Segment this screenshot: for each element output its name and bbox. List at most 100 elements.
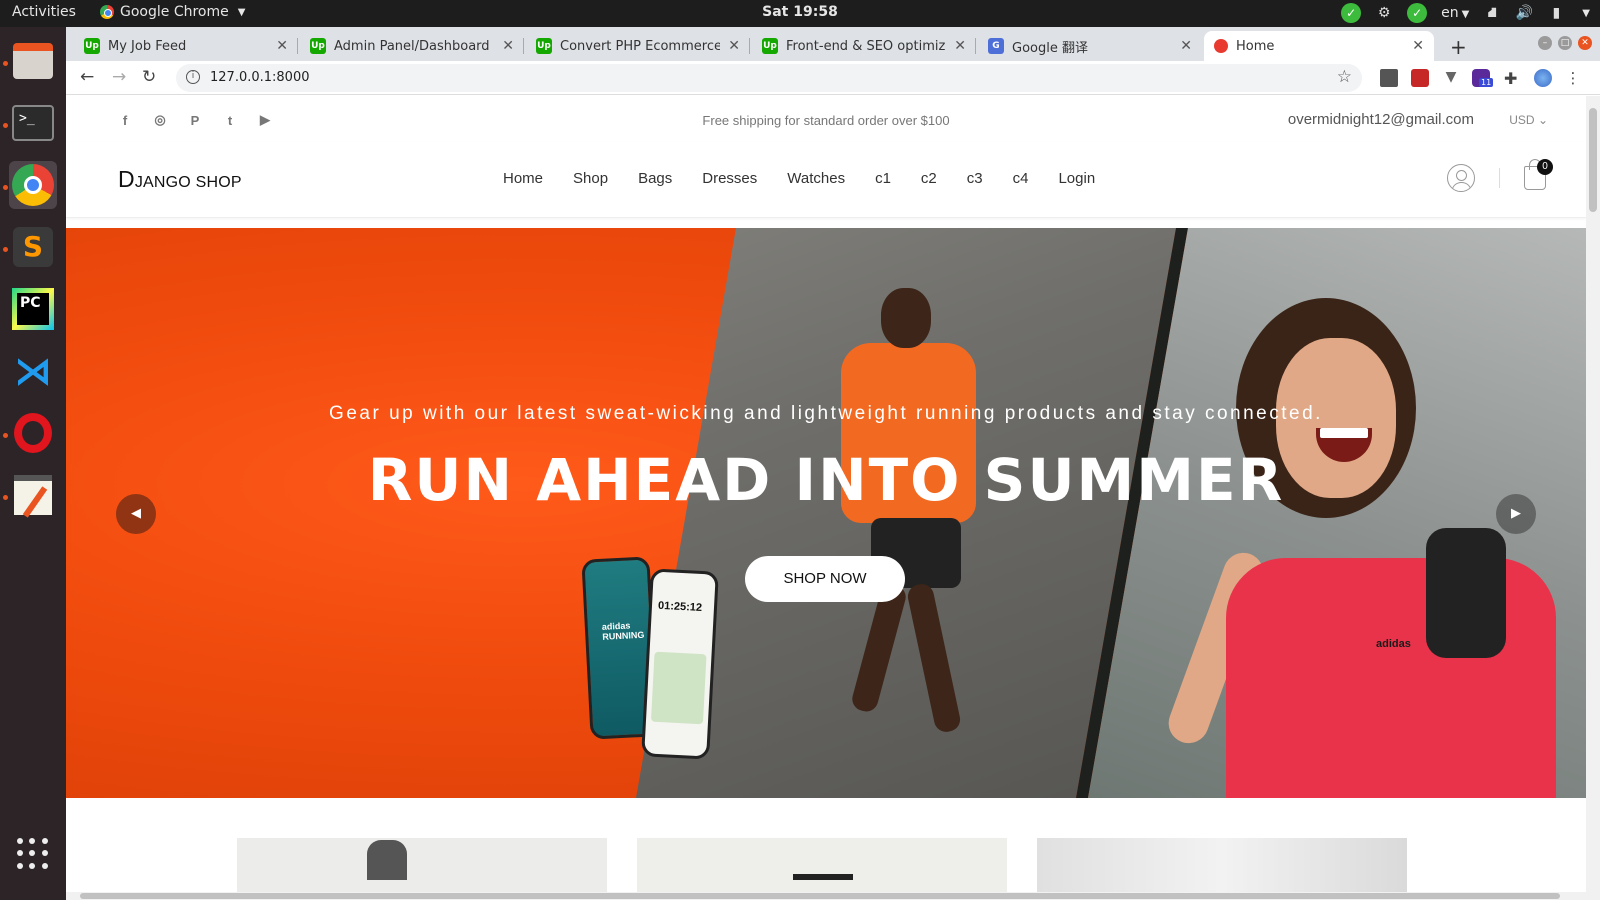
main-menu: Home Shop Bags Dresses Watches c1 c2 c3 … <box>503 170 1095 187</box>
extension-badge-icon[interactable]: 11 <box>1472 69 1494 87</box>
profile-avatar[interactable] <box>1534 69 1552 87</box>
scrollbar-thumb[interactable] <box>80 893 1560 899</box>
site-info-icon[interactable]: i <box>186 70 200 84</box>
battery-icon[interactable]: ▮ <box>1547 4 1565 22</box>
extension-red-icon[interactable] <box>1411 69 1429 87</box>
running-indicator <box>3 123 8 128</box>
vscode-launcher[interactable]: ⋊ <box>9 347 57 395</box>
product-image <box>793 874 853 880</box>
menu-item-c1[interactable]: c1 <box>875 170 891 187</box>
hero-subtitle: Gear up with our latest sweat-wicking an… <box>329 403 1323 424</box>
phone-brand-label: adidas RUNNING <box>601 620 645 642</box>
shopping-bag-icon[interactable]: 0 <box>1524 159 1553 190</box>
product-image <box>367 840 407 880</box>
menu-item-c4[interactable]: c4 <box>1013 170 1029 187</box>
phone-map <box>650 651 707 725</box>
horizontal-scrollbar[interactable] <box>66 892 1600 900</box>
close-tab-icon[interactable]: ✕ <box>502 38 514 54</box>
back-icon[interactable]: ← <box>80 67 94 87</box>
tab-title: Home <box>1236 38 1275 54</box>
menu-item-bags[interactable]: Bags <box>638 170 672 187</box>
vertical-scrollbar[interactable] <box>1586 96 1600 892</box>
logo-initial: D <box>118 166 135 192</box>
text-editor-launcher[interactable] <box>9 471 57 519</box>
minimize-icon[interactable]: – <box>1538 36 1552 50</box>
extension-vue-icon[interactable]: ▼ <box>1442 69 1460 87</box>
site-logo[interactable]: DJANGO SHOP <box>118 166 242 193</box>
browser-menu-icon[interactable]: ⋮ <box>1564 69 1582 87</box>
files-launcher[interactable] <box>9 37 57 85</box>
shop-now-button[interactable]: SHOP NOW <box>745 556 905 602</box>
bookmark-star-icon[interactable]: ☆ <box>1337 67 1352 87</box>
volume-icon[interactable]: 🔊 <box>1515 4 1533 22</box>
pycharm-launcher[interactable]: PC <box>9 285 57 333</box>
page-viewport: f ◎ P t ▶ Free shipping for standard ord… <box>66 96 1586 892</box>
url-text: 127.0.0.1:8000 <box>210 70 310 85</box>
close-tab-icon[interactable]: ✕ <box>954 38 966 54</box>
tab-convert-php[interactable]: Up Convert PHP Ecommerce ✕ <box>526 31 750 61</box>
menu-item-watches[interactable]: Watches <box>787 170 845 187</box>
chevron-down-icon: ▼ <box>1461 9 1470 20</box>
chevron-down-icon[interactable]: ▼ <box>1582 8 1590 19</box>
menu-item-login[interactable]: Login <box>1058 170 1095 187</box>
tab-separator <box>297 38 298 54</box>
sublime-launcher[interactable]: S <box>9 223 57 271</box>
account-email-link[interactable]: overmidnight12@gmail.com <box>1288 111 1474 128</box>
slider-next-icon[interactable]: ▶ <box>1496 494 1536 534</box>
extension-qr-icon[interactable] <box>1380 69 1398 87</box>
product-banner-2[interactable] <box>637 838 1007 892</box>
hero-title: RUN AHEAD INTO SUMMER <box>367 446 1285 514</box>
shirt-brand-logo: adidas <box>1376 638 1411 650</box>
product-banner-1[interactable] <box>237 838 607 892</box>
menu-item-home[interactable]: Home <box>503 170 543 187</box>
check-icon[interactable]: ✓ <box>1407 3 1428 23</box>
forward-icon[interactable]: → <box>112 67 126 87</box>
nav-icons: 0 <box>1447 159 1553 192</box>
steam-icon[interactable]: ⚙ <box>1375 4 1393 22</box>
menu-item-shop[interactable]: Shop <box>573 170 608 187</box>
dock: >_ S PC ⋊ <box>0 27 66 900</box>
check-icon[interactable]: ✓ <box>1341 3 1362 23</box>
text-editor-icon <box>14 475 52 518</box>
reload-icon[interactable]: ↻ <box>142 67 156 87</box>
browser-window: Up My Job Feed ✕ Up Admin Panel/Dashboar… <box>66 27 1600 900</box>
new-tab-button[interactable]: + <box>1450 35 1467 59</box>
menu-item-c2[interactable]: c2 <box>921 170 937 187</box>
terminal-icon: >_ <box>12 105 54 141</box>
tab-frontend-seo[interactable]: Up Front-end & SEO optimiz ✕ <box>752 31 976 61</box>
terminal-launcher[interactable]: >_ <box>9 99 57 147</box>
tab-home[interactable]: Home ✕ <box>1204 31 1434 61</box>
opera-icon <box>14 413 52 453</box>
scrollbar-thumb[interactable] <box>1589 108 1597 212</box>
cart-count-badge: 0 <box>1537 159 1553 175</box>
chrome-launcher[interactable] <box>9 161 57 209</box>
tab-google-translate[interactable]: G Google 翻译 ✕ <box>978 31 1202 61</box>
extensions-puzzle-icon[interactable]: ✚ <box>1504 69 1522 88</box>
logo-text: JANGO SHOP <box>134 174 242 191</box>
slider-prev-icon[interactable]: ◀ <box>116 494 156 534</box>
google-translate-favicon-icon: G <box>988 38 1004 54</box>
tab-admin-panel[interactable]: Up Admin Panel/Dashboard ✕ <box>300 31 524 61</box>
close-tab-icon[interactable]: ✕ <box>276 38 288 54</box>
running-indicator <box>3 247 8 252</box>
user-account-icon[interactable] <box>1447 164 1475 192</box>
tab-my-job-feed[interactable]: Up My Job Feed ✕ <box>74 31 298 61</box>
show-applications-icon[interactable] <box>17 838 49 870</box>
close-tab-icon[interactable]: ✕ <box>1412 38 1424 54</box>
language-indicator[interactable]: en ▼ <box>1441 5 1469 21</box>
tab-title: Google 翻译 <box>1012 40 1088 56</box>
close-tab-icon[interactable]: ✕ <box>1180 38 1192 54</box>
opera-launcher[interactable] <box>9 409 57 457</box>
menu-item-dresses[interactable]: Dresses <box>702 170 757 187</box>
currency-selector[interactable]: USD ⌄ <box>1509 113 1548 127</box>
close-tab-icon[interactable]: ✕ <box>728 38 740 54</box>
product-banner-3[interactable] <box>1037 838 1407 892</box>
language-label: en <box>1441 5 1459 21</box>
browser-toolbar: ← → ↻ i 127.0.0.1:8000 ☆ ▼ 11 ✚ ⋮ <box>66 61 1600 95</box>
network-icon[interactable]: ⛘ <box>1483 4 1501 22</box>
maximize-icon[interactable]: □ <box>1558 36 1572 50</box>
close-window-icon[interactable]: ✕ <box>1578 36 1592 50</box>
male-runner-image <box>826 268 976 788</box>
menu-item-c3[interactable]: c3 <box>967 170 983 187</box>
address-bar[interactable]: i 127.0.0.1:8000 ☆ <box>176 64 1362 92</box>
